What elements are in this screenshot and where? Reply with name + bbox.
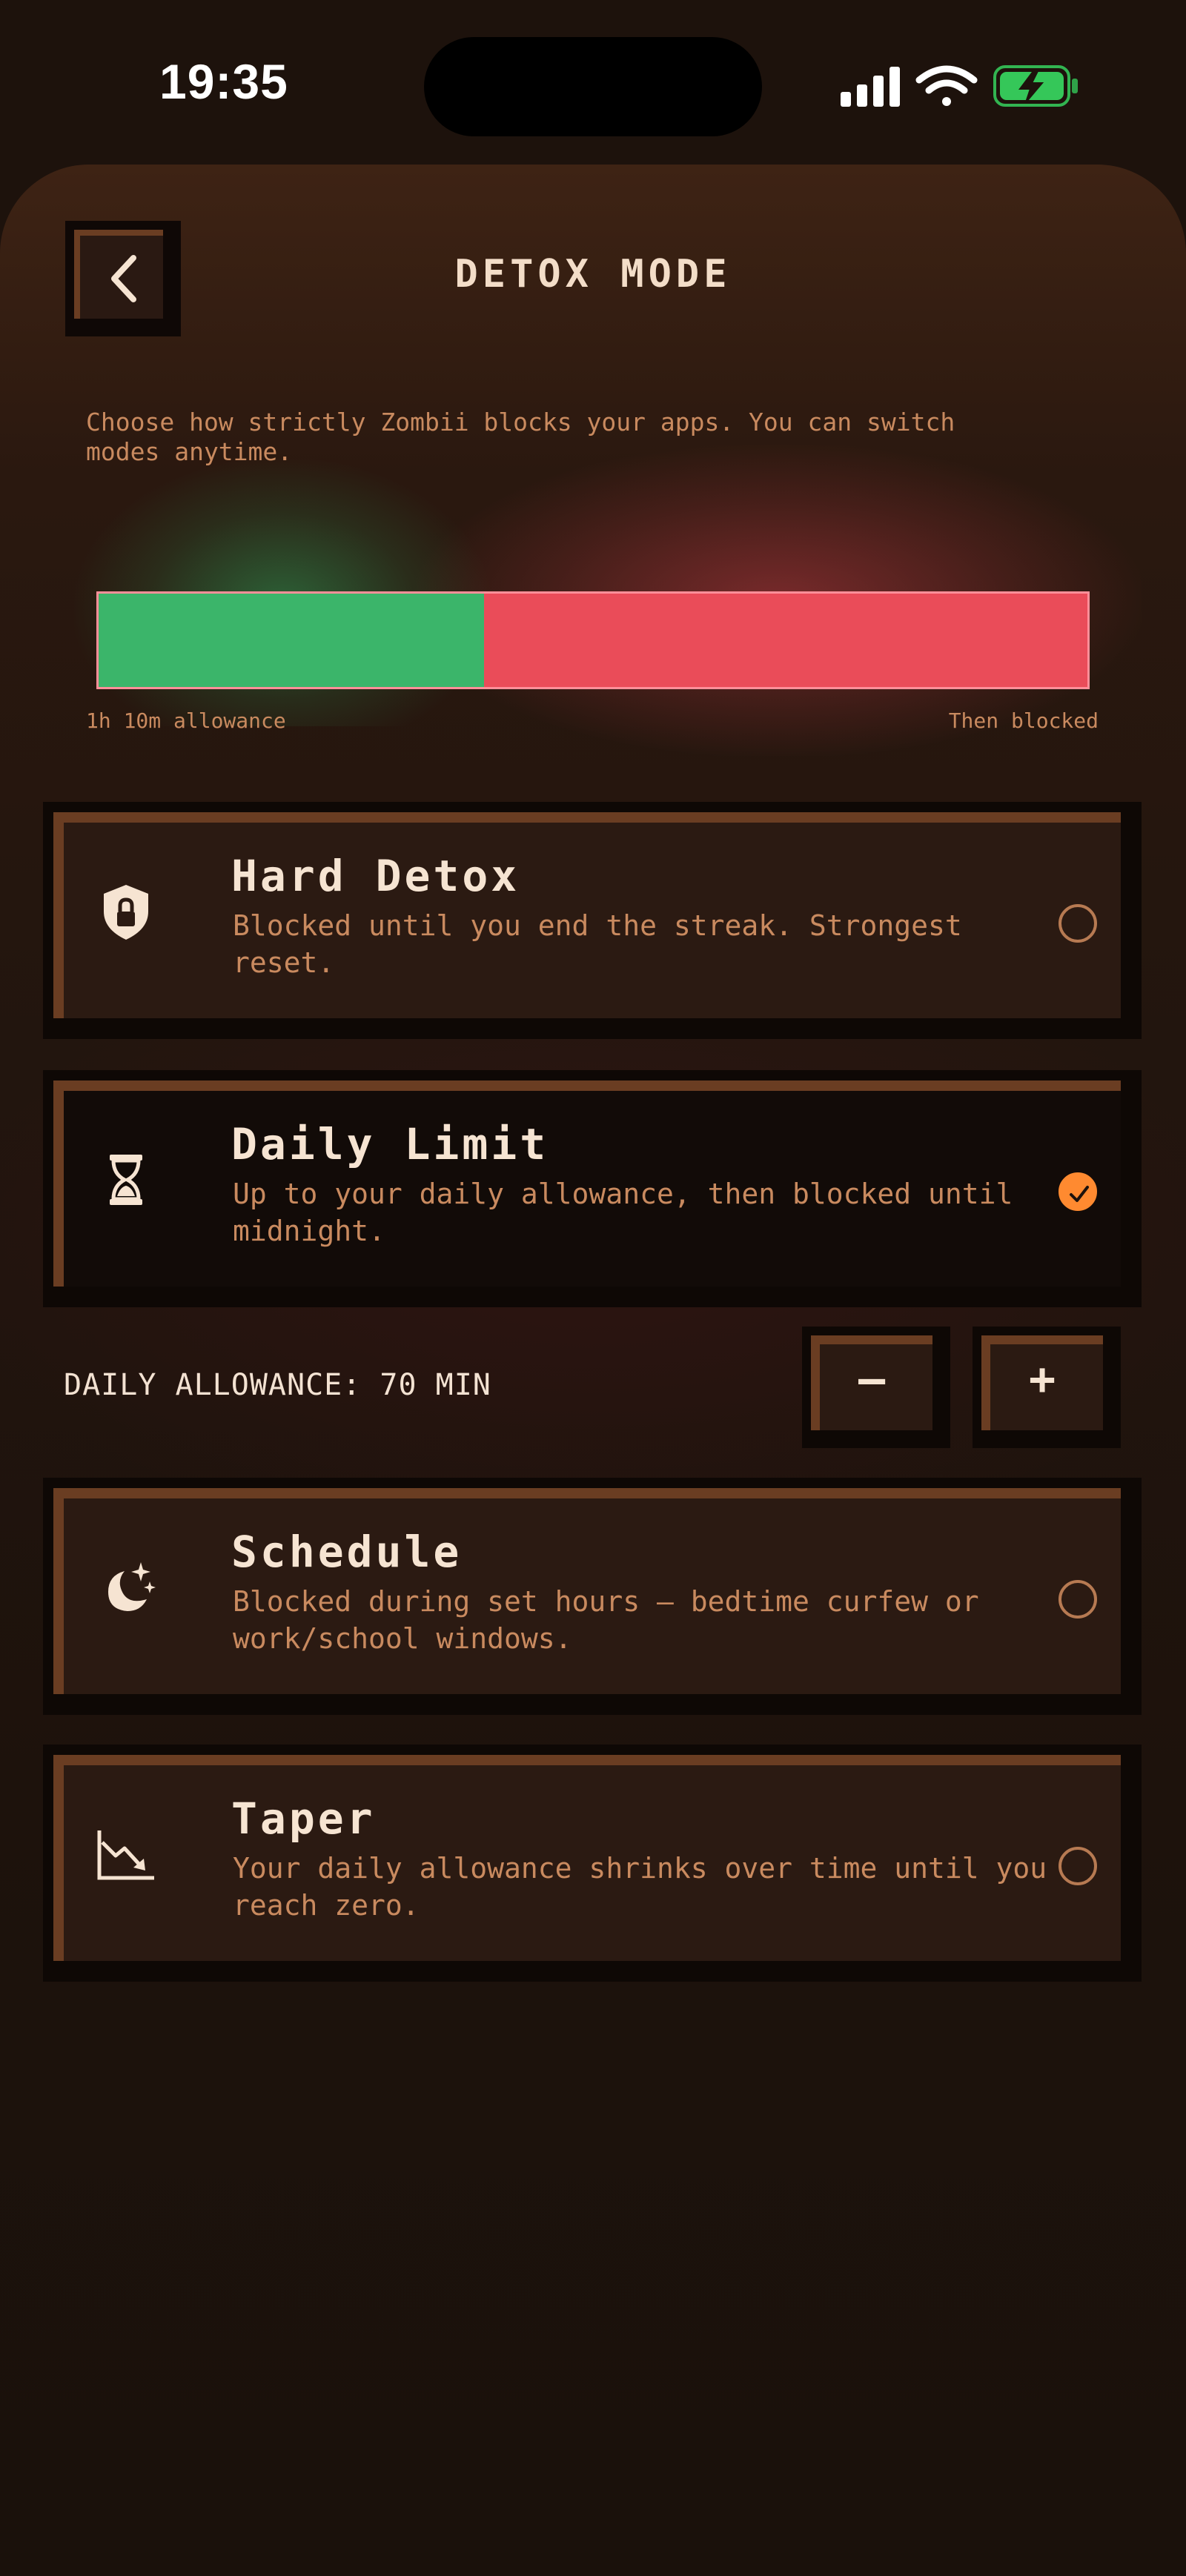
detox-mode-screen: 19:35 DETOX MODE Choose how strictly Zom… bbox=[0, 0, 1186, 2576]
allowance-bar-left-label: 1h 10m allowance bbox=[86, 708, 286, 733]
mode-title: Daily Limit bbox=[231, 1119, 549, 1169]
mode-title: Schedule bbox=[231, 1527, 463, 1577]
allowance-bar-blocked bbox=[484, 594, 1087, 687]
mode-radio-daily-limit[interactable] bbox=[1059, 1172, 1097, 1211]
decrement-button[interactable]: – bbox=[802, 1327, 950, 1448]
wifi-icon bbox=[915, 65, 978, 106]
daily-allowance-label: DAILY ALLOWANCE: 70 MIN bbox=[64, 1368, 491, 1402]
mode-card-taper[interactable]: Taper Your daily allowance shrinks over … bbox=[43, 1745, 1142, 1982]
minus-icon: – bbox=[858, 1353, 886, 1405]
mode-radio-schedule[interactable] bbox=[1059, 1580, 1097, 1619]
hourglass-icon bbox=[110, 1155, 142, 1205]
mode-title: Hard Detox bbox=[231, 851, 520, 901]
moon-stars-icon bbox=[108, 1562, 156, 1611]
dynamic-island bbox=[424, 37, 762, 136]
status-bar: 19:35 bbox=[0, 0, 1186, 163]
page-title: DETOX MODE bbox=[454, 252, 732, 296]
allowance-bar-allowed bbox=[99, 594, 485, 687]
signal-icon bbox=[841, 67, 900, 107]
mode-card-hard-detox[interactable]: Hard Detox Blocked until you end the str… bbox=[43, 802, 1142, 1039]
mode-card-daily-limit[interactable]: Daily Limit Up to your daily allowance, … bbox=[43, 1070, 1142, 1307]
mode-description: Up to your daily allowance, then blocked… bbox=[233, 1178, 1013, 1247]
mode-description: Your daily allowance shrinks over time u… bbox=[233, 1852, 1047, 1922]
battery-charging-icon bbox=[993, 65, 1078, 107]
mode-description: Blocked during set hours — bedtime curfe… bbox=[233, 1585, 979, 1655]
checkmark-icon bbox=[1070, 1186, 1089, 1202]
mode-radio-taper[interactable] bbox=[1059, 1847, 1097, 1885]
status-time: 19:35 bbox=[159, 54, 288, 109]
shield-lock-icon bbox=[104, 885, 148, 940]
mode-radio-hard-detox[interactable] bbox=[1059, 904, 1097, 943]
allowance-bar-right-label: Then blocked bbox=[948, 708, 1099, 733]
increment-button[interactable]: + bbox=[973, 1327, 1121, 1448]
mode-title: Taper bbox=[231, 1793, 376, 1844]
allowance-bar bbox=[96, 591, 1090, 689]
status-icons bbox=[838, 61, 1082, 113]
mode-description: Blocked until you end the streak. Strong… bbox=[233, 909, 962, 979]
chart-trend-down-icon bbox=[97, 1830, 154, 1880]
plus-icon: + bbox=[1028, 1353, 1056, 1405]
mode-card-schedule[interactable]: Schedule Blocked during set hours — bedt… bbox=[43, 1478, 1142, 1715]
